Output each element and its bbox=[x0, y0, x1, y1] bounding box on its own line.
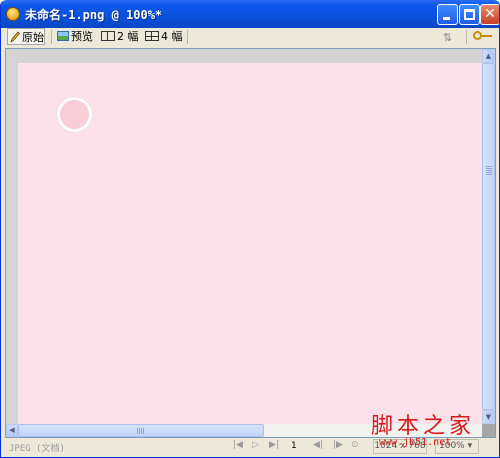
view-toolbar: 原始 预览 2 幅 4 幅 ⇅ bbox=[1, 28, 499, 46]
export-arrows-button[interactable]: ⇅ bbox=[443, 28, 461, 45]
toolbar-separator bbox=[51, 30, 52, 44]
watermark-title: 脚本之家 bbox=[371, 414, 476, 439]
two-up-icon bbox=[101, 31, 115, 41]
tab-preview[interactable]: 预览 bbox=[57, 28, 93, 45]
horizontal-scroll-thumb[interactable] bbox=[18, 424, 264, 437]
window-title: 未命名-1.png @ 100%* bbox=[25, 8, 163, 22]
grip-icon bbox=[486, 166, 492, 176]
key-options-button[interactable] bbox=[473, 28, 495, 45]
prev-frame-button[interactable]: ◀| bbox=[313, 440, 323, 450]
arrows-icon: ⇅ bbox=[443, 31, 452, 44]
last-frame-button[interactable]: ▶| bbox=[269, 440, 279, 450]
scroll-left-button[interactable]: ◀ bbox=[6, 424, 18, 437]
pencil-icon bbox=[10, 31, 20, 43]
maximize-button[interactable] bbox=[459, 4, 480, 25]
tab-2-up-label: 2 幅 bbox=[117, 30, 139, 43]
first-frame-button[interactable]: |◀ bbox=[233, 440, 243, 450]
scroll-down-button[interactable]: ▼ bbox=[482, 410, 495, 424]
image-canvas[interactable] bbox=[18, 63, 482, 424]
next-frame-button[interactable]: |▶ bbox=[333, 440, 343, 450]
minimize-button[interactable] bbox=[437, 4, 458, 25]
canvas-viewport[interactable] bbox=[6, 49, 482, 424]
preview-icon bbox=[57, 31, 69, 41]
editor-window: 未命名-1.png @ 100%* ✕ 原始 预览 2 幅 4 幅 ⇅ ▲ ▼ … bbox=[0, 0, 500, 458]
minimize-icon bbox=[443, 17, 450, 20]
title-bar[interactable]: 未命名-1.png @ 100%* ✕ bbox=[1, 0, 499, 28]
tab-original[interactable]: 原始 bbox=[7, 28, 45, 45]
vertical-scrollbar[interactable]: ▲ ▼ bbox=[482, 49, 495, 424]
close-icon: ✕ bbox=[484, 6, 496, 22]
maximize-icon bbox=[464, 9, 475, 20]
scroll-up-button[interactable]: ▲ bbox=[482, 49, 495, 63]
file-format-label: JPEG (文档) bbox=[9, 444, 65, 454]
close-button[interactable]: ✕ bbox=[480, 4, 499, 25]
key-icon bbox=[473, 31, 492, 40]
tab-preview-label: 预览 bbox=[71, 30, 93, 43]
play-button[interactable]: ▷ bbox=[252, 440, 259, 450]
loop-icon[interactable]: ⊙ bbox=[351, 440, 359, 450]
frame-number: 1 bbox=[291, 441, 297, 451]
tab-2-up[interactable]: 2 幅 bbox=[101, 28, 139, 45]
vertical-scroll-thumb[interactable] bbox=[482, 63, 495, 410]
grip-icon bbox=[137, 428, 145, 434]
circle-shape[interactable] bbox=[57, 97, 92, 132]
tab-4-up-label: 4 幅 bbox=[161, 30, 183, 43]
toolbar-separator bbox=[187, 30, 188, 44]
watermark-url: www.jb51.net bbox=[379, 437, 452, 448]
tab-original-label: 原始 bbox=[22, 31, 44, 44]
app-icon bbox=[6, 7, 20, 21]
toolbar-separator bbox=[466, 30, 467, 44]
four-up-icon bbox=[145, 31, 159, 41]
tab-4-up[interactable]: 4 幅 bbox=[145, 28, 183, 45]
